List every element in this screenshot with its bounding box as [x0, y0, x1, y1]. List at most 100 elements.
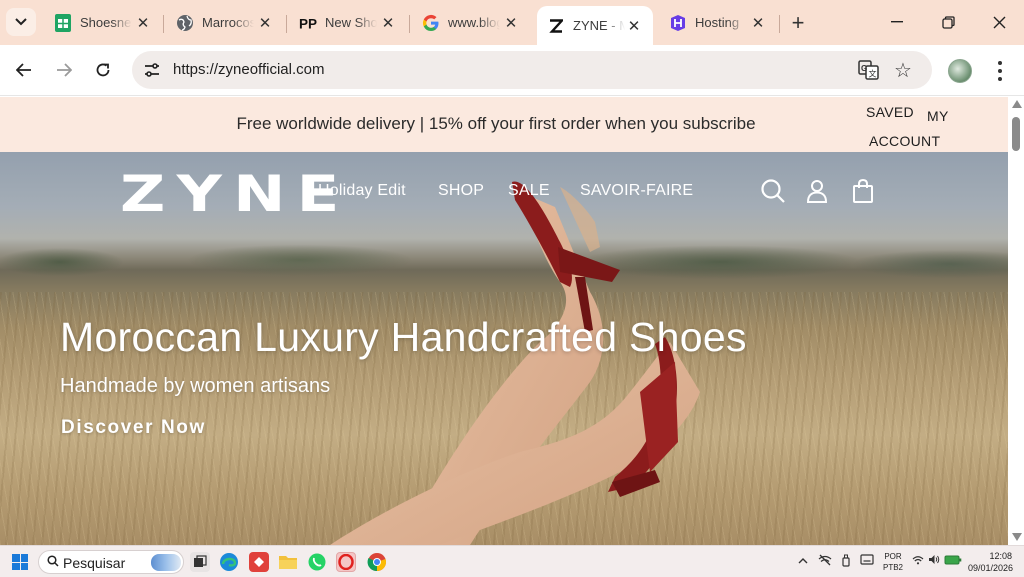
svg-text:G: G [861, 64, 867, 73]
close-icon[interactable]: ✕ [256, 14, 274, 32]
clock-date: 09/01/2026 [968, 563, 1014, 573]
opera-icon[interactable] [336, 552, 356, 572]
nav-savoir-faire[interactable]: SAVOIR-FAIRE [580, 182, 693, 200]
my-account-line2: ACCOUNT [869, 133, 941, 149]
tab-separator [286, 15, 287, 33]
tray-expand-icon[interactable] [798, 554, 808, 568]
browser-toolbar: https://zyneofficial.com G文 ☆ [0, 45, 1024, 96]
hosting-icon [669, 14, 687, 32]
minimize-icon [891, 21, 903, 23]
chrome-icon[interactable] [367, 552, 387, 572]
start-button[interactable] [12, 554, 28, 570]
keyboard-layout: PTB2 [883, 563, 904, 572]
my-account-line1: MY [927, 108, 949, 124]
browser-menu-button[interactable] [994, 58, 1006, 84]
scrollbar-thumb[interactable] [1012, 117, 1020, 151]
bookmark-star-icon[interactable]: ☆ [894, 58, 912, 83]
tab-strip: Shoesnew ✕ Marrocos ✕ PP New Shoes ✕ www… [0, 0, 1024, 45]
nav-holiday-edit[interactable]: Holiday Edit [318, 182, 406, 200]
close-icon[interactable]: ✕ [502, 14, 520, 32]
globe-icon [176, 14, 194, 32]
svg-text:PP: PP [299, 16, 317, 31]
taskbar-clock[interactable]: 12:08 09/01/2026 [968, 550, 1014, 574]
chevron-down-icon [15, 18, 27, 26]
scroll-up-icon[interactable] [1012, 100, 1022, 108]
close-window-button[interactable] [976, 8, 1022, 36]
announcement-text: Free worldwide delivery | 15% off your f… [236, 114, 756, 133]
search-icon [47, 555, 59, 570]
announcement-bar: Free worldwide delivery | 15% off your f… [0, 97, 1008, 152]
tab-search-button[interactable] [6, 8, 36, 36]
edge-icon[interactable] [219, 552, 239, 572]
reload-button[interactable] [90, 57, 116, 83]
tab-title: Hosting [695, 15, 740, 30]
discover-now-button[interactable]: Discover Now [61, 417, 206, 439]
site-info-icon[interactable] [142, 60, 162, 80]
minimize-button[interactable] [874, 8, 920, 36]
forward-button[interactable] [51, 57, 77, 83]
keyboard-icon[interactable] [860, 554, 874, 568]
back-button[interactable] [11, 57, 37, 83]
account-icon[interactable] [805, 178, 831, 204]
hero-subline: Handmade by women artisans [60, 375, 331, 397]
close-icon[interactable]: ✕ [749, 14, 767, 32]
hero-banner: ZYNE Holiday Edit SHOP SALE SAVOIR-FAIRE… [0, 152, 1008, 545]
sheets-icon [54, 13, 72, 32]
tab-separator [409, 15, 410, 33]
tab-title: www.blogger.com [448, 15, 500, 30]
page-scrollbar[interactable] [1008, 97, 1024, 545]
anydesk-icon[interactable] [249, 552, 269, 572]
restore-button[interactable] [925, 8, 971, 36]
battery-icon[interactable] [944, 554, 962, 568]
volume-icon[interactable] [928, 554, 940, 568]
shopping-bag-icon[interactable] [851, 178, 877, 204]
url-text[interactable]: https://zyneofficial.com [173, 61, 324, 78]
hero-headline: Moroccan Luxury Handcrafted Shoes [60, 314, 747, 360]
tab-shoesnew[interactable]: Shoesnew ✕ [44, 6, 162, 39]
close-icon[interactable]: ✕ [134, 14, 152, 32]
address-bar[interactable]: https://zyneofficial.com G文 ☆ [132, 51, 932, 89]
profile-avatar[interactable] [948, 59, 972, 83]
task-view-icon[interactable] [190, 552, 210, 572]
search-icon[interactable] [760, 178, 786, 204]
close-icon[interactable]: ✕ [379, 14, 397, 32]
new-tab-button[interactable]: + [787, 10, 809, 36]
tab-title: New Shoes [325, 15, 377, 30]
close-icon[interactable]: ✕ [625, 17, 643, 35]
wifi-icon[interactable] [912, 554, 924, 568]
site-logo[interactable]: ZYNE [120, 169, 351, 219]
tab-zyne[interactable]: ZYNE - M ✕ [537, 6, 653, 45]
file-explorer-icon[interactable] [278, 552, 298, 572]
network-off-icon[interactable] [818, 554, 832, 569]
web-page: Free worldwide delivery | 15% off your f… [0, 97, 1008, 545]
language-code: POR [884, 552, 902, 561]
zyne-icon [547, 17, 565, 35]
language-indicator[interactable]: POR PTB2 [883, 551, 903, 573]
windows-taskbar: Pesquisar POR PTB2 12:08 09/01/2026 [0, 545, 1024, 577]
restore-icon [941, 15, 955, 29]
tab-title: Shoesnew [80, 15, 132, 30]
reload-icon [96, 63, 110, 77]
tab-separator [779, 15, 780, 33]
saved-link[interactable]: SAVED [866, 104, 914, 120]
google-icon [422, 14, 440, 32]
pp-icon: PP [299, 14, 317, 32]
scroll-down-icon[interactable] [1012, 533, 1022, 541]
nav-shop[interactable]: SHOP [438, 182, 484, 200]
translate-icon[interactable]: G文 [858, 59, 880, 81]
clock-time: 12:08 [989, 551, 1012, 561]
taskbar-search[interactable]: Pesquisar [38, 550, 184, 574]
search-highlight-image [151, 554, 181, 571]
tab-blogger[interactable]: www.blogger.com ✕ [412, 6, 530, 39]
tab-title: ZYNE - M [573, 18, 625, 33]
close-icon [993, 16, 1005, 28]
nav-sale[interactable]: SALE [508, 182, 550, 200]
tab-hosting[interactable]: Hosting ✕ [659, 6, 777, 39]
tab-title: Marrocos [202, 15, 254, 30]
tab-marrocos[interactable]: Marrocos ✕ [166, 6, 284, 39]
tab-new-shoes[interactable]: PP New Shoes ✕ [289, 6, 407, 39]
usb-icon[interactable] [842, 554, 850, 570]
whatsapp-icon[interactable] [307, 552, 327, 572]
tab-separator [163, 15, 164, 33]
arrow-left-icon [16, 63, 31, 77]
